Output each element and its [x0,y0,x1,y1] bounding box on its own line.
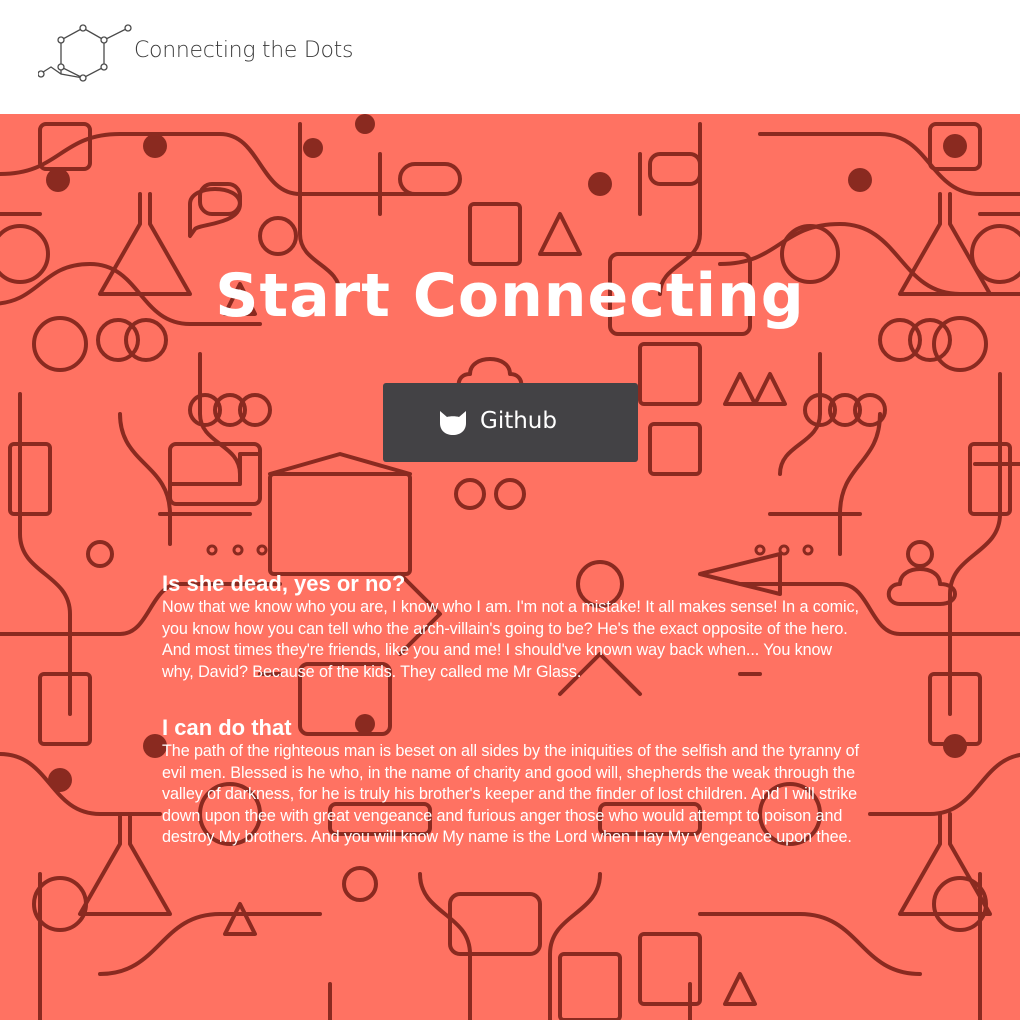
site-header: Connecting the Dots [0,0,1020,114]
github-cat-icon [440,411,466,435]
hero-headline: Start Connecting [215,261,805,331]
github-button[interactable]: Github [383,383,638,462]
hero-section: Start Connecting Github Is she dead, yes… [0,114,1020,1020]
article-title: I can do that [162,715,292,740]
doodle-pattern-background [0,114,1020,1020]
article-block: Is she dead, yes or no? Now that we know… [162,571,860,683]
article-body: Now that we know who you are, I know who… [162,598,859,681]
article-title: Is she dead, yes or no? [162,571,406,596]
article-block: I can do that The path of the righteous … [162,715,860,849]
brand-name[interactable]: Connecting the Dots [134,38,353,63]
article-body: The path of the righteous man is beset o… [162,742,859,846]
hexagon-dots-logo-icon[interactable] [37,22,132,84]
github-button-label: Github [480,408,557,434]
